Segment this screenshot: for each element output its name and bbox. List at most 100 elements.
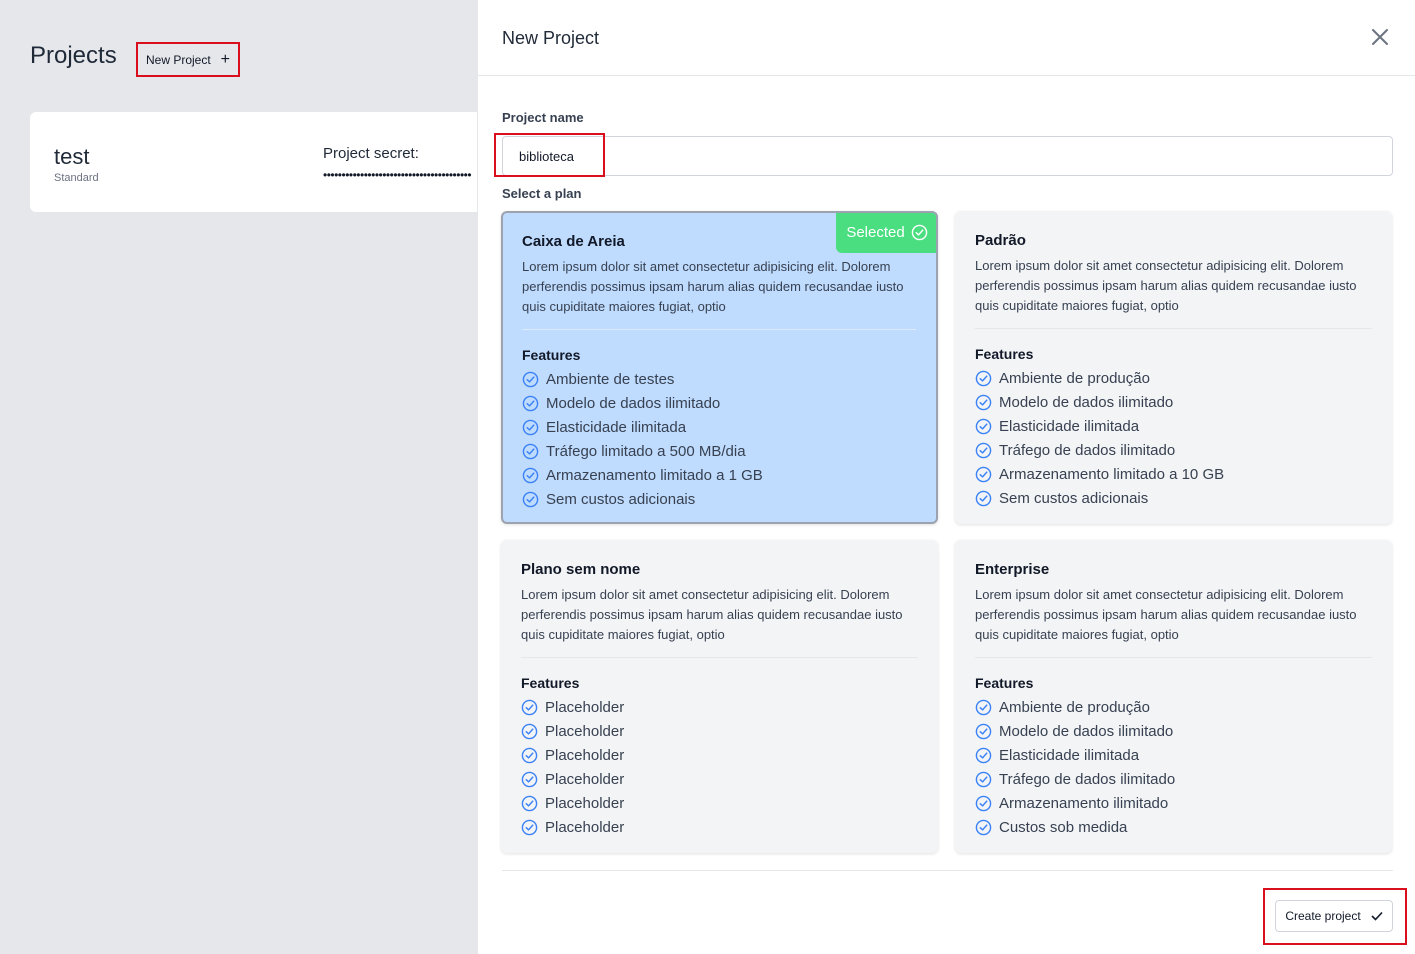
plan-name: Plano sem nome [521, 561, 641, 578]
plan-content: Padrão Lorem ipsum dolor sit amet consect… [975, 230, 1372, 510]
selected-badge: Selected [836, 213, 936, 253]
feature-label: Modelo de dados ilimitado [999, 393, 1174, 411]
project-name-input[interactable] [502, 136, 1393, 176]
feature-label: Modelo de dados ilimitado [999, 722, 1174, 740]
feature-item: Ambiente de produção [975, 695, 1372, 719]
check-circle-icon [521, 795, 538, 811]
plus-icon: + [220, 50, 231, 68]
feature-item: Placeholder [521, 695, 918, 719]
plan-name: Enterprise [975, 561, 1050, 578]
feature-label: Placeholder [545, 818, 625, 836]
plan-card[interactable]: Enterprise Lorem ipsum dolor sit amet con… [955, 540, 1392, 853]
new-project-label: New Project [145, 52, 211, 67]
feature-item: Tráfego de dados ilimitado [975, 767, 1372, 791]
plan-name: Padrão [975, 232, 1026, 249]
feature-item: Modelo de dados ilimitado [975, 390, 1372, 414]
check-circle-icon [522, 491, 539, 507]
feature-label: Custos sob medida [999, 818, 1128, 836]
feature-label: Armazenamento limitado a 1 GB [546, 466, 763, 484]
project-tier: Standard [54, 172, 99, 184]
feature-item: Armazenamento limitado a 10 GB [975, 462, 1372, 486]
features-title: Features [975, 675, 1034, 691]
plan-description: Lorem ipsum dolor sit amet consectetur a… [521, 587, 903, 642]
check-circle-icon [522, 395, 539, 411]
project-name: test [54, 144, 90, 169]
new-project-panel: New Project Project name Select a plan C… [477, 0, 1415, 954]
check-circle-icon [521, 699, 538, 715]
project-secret-value[interactable]: •••••••••••••••••••••••••••••••••••••••• [323, 168, 493, 182]
check-circle-icon [522, 443, 539, 459]
feature-item: Armazenamento ilimitado [975, 791, 1372, 815]
feature-label: Ambiente de produção [999, 369, 1150, 387]
plan-description: Lorem ipsum dolor sit amet consectetur a… [975, 587, 1357, 642]
feature-label: Sem custos adicionais [999, 489, 1149, 507]
check-circle-icon [975, 819, 992, 835]
features-title: Features [975, 346, 1034, 362]
plan-card[interactable]: Plano sem nome Lorem ipsum dolor sit amet… [501, 540, 938, 853]
features-title: Features [522, 347, 581, 363]
feature-item: Placeholder [521, 767, 918, 791]
feature-list: Ambiente de testes Modelo de dados ilimit… [522, 367, 916, 511]
feature-item: Modelo de dados ilimitado [975, 719, 1372, 743]
check-circle-icon [521, 723, 538, 739]
panel-header: New Project [478, 0, 1415, 76]
plan-divider [521, 657, 918, 658]
plan-card[interactable]: Padrão Lorem ipsum dolor sit amet consect… [955, 211, 1392, 524]
check-circle-icon [522, 467, 539, 483]
feature-item: Placeholder [521, 743, 918, 767]
check-circle-icon [975, 795, 992, 811]
check-circle-icon [975, 747, 992, 763]
check-circle-icon [521, 747, 538, 763]
check-icon [1371, 911, 1383, 921]
project-name-label: Project name [502, 110, 584, 125]
feature-list: Ambiente de produção Modelo de dados ilim… [975, 695, 1372, 839]
check-circle-icon [975, 466, 992, 482]
page-title: Projects [30, 42, 117, 69]
create-project-button[interactable]: Create project [1275, 900, 1393, 932]
check-circle-icon [975, 490, 992, 506]
new-project-button[interactable]: New Project + [136, 42, 240, 77]
project-secret-label: Project secret: [323, 145, 419, 162]
feature-label: Ambiente de testes [546, 370, 675, 388]
close-icon[interactable] [1371, 28, 1389, 46]
plan-divider [975, 328, 1372, 329]
feature-item: Ambiente de testes [522, 367, 916, 391]
plan-divider [522, 329, 916, 330]
feature-item: Tráfego de dados ilimitado [975, 438, 1372, 462]
check-circle-icon [975, 394, 992, 410]
feature-item: Elasticidade ilimitada [975, 743, 1372, 767]
feature-label: Placeholder [545, 698, 625, 716]
feature-label: Placeholder [545, 746, 625, 764]
feature-item: Elasticidade ilimitada [975, 414, 1372, 438]
feature-label: Armazenamento limitado a 10 GB [999, 465, 1225, 483]
check-circle-icon [911, 224, 927, 240]
footer-divider [502, 870, 1393, 871]
feature-label: Placeholder [545, 794, 625, 812]
check-circle-icon [975, 771, 992, 787]
feature-label: Sem custos adicionais [546, 490, 696, 508]
feature-item: Placeholder [521, 719, 918, 743]
feature-label: Elasticidade ilimitada [546, 418, 687, 436]
project-card[interactable]: test Standard Project secret: ••••••••••… [30, 112, 490, 212]
check-circle-icon [975, 442, 992, 458]
check-circle-icon [975, 418, 992, 434]
plan-content: Enterprise Lorem ipsum dolor sit amet con… [975, 559, 1372, 839]
feature-label: Placeholder [545, 722, 625, 740]
feature-item: Tráfego limitado a 500 MB/dia [522, 439, 916, 463]
plan-description: Lorem ipsum dolor sit amet consectetur a… [522, 259, 904, 314]
feature-label: Modelo de dados ilimitado [546, 394, 721, 412]
features-title: Features [521, 675, 580, 691]
feature-item: Elasticidade ilimitada [522, 415, 916, 439]
plan-content: Plano sem nome Lorem ipsum dolor sit amet… [521, 559, 918, 839]
plan-card[interactable]: Caixa de Areia Lorem ipsum dolor sit amet… [501, 211, 938, 524]
select-plan-label: Select a plan [502, 186, 582, 201]
panel-title: New Project [502, 28, 600, 48]
check-circle-icon [975, 370, 992, 386]
feature-item: Armazenamento limitado a 1 GB [522, 463, 916, 487]
plan-divider [975, 657, 1372, 658]
check-circle-icon [975, 723, 992, 739]
feature-label: Placeholder [545, 770, 625, 788]
feature-label: Armazenamento ilimitado [999, 794, 1169, 812]
plan-content: Caixa de Areia Lorem ipsum dolor sit amet… [522, 231, 916, 511]
feature-item: Ambiente de produção [975, 366, 1372, 390]
